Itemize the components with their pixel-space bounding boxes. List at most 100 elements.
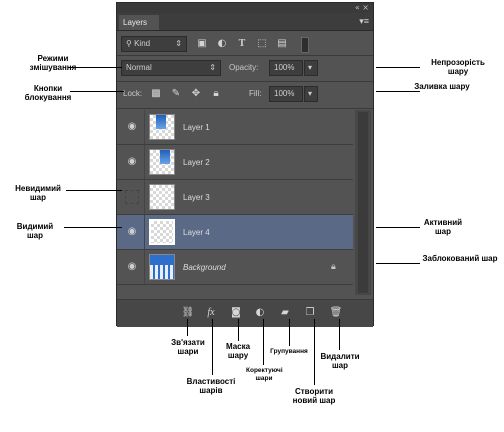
lock-all-icon[interactable]: 🔒︎	[209, 86, 223, 102]
leader-line	[376, 67, 420, 68]
trash-icon[interactable]: 🗑︎	[329, 306, 343, 320]
opacity-input[interactable]: 100%	[269, 60, 303, 76]
annotation-layer-mask: Маска шару	[225, 342, 251, 360]
layer-name[interactable]: Layer 1	[183, 110, 210, 145]
visibility-toggle-empty[interactable]	[125, 190, 139, 204]
eye-icon[interactable]: ◉	[125, 156, 139, 168]
annotation-active-layer: Активний шар	[423, 218, 463, 236]
divider	[144, 180, 145, 214]
layer-row[interactable]: ◉ Layer 2	[117, 145, 353, 180]
leader-line	[376, 227, 420, 228]
leader-line	[376, 91, 420, 92]
adjustment-filter-icon[interactable]: ◐	[215, 36, 229, 52]
type-filter-icon[interactable]: T	[235, 36, 249, 52]
leader-line	[66, 190, 122, 191]
lock-transparent-pixels-icon[interactable]: ▩	[149, 86, 163, 102]
divider	[144, 250, 145, 284]
smart-object-filter-icon[interactable]: ▤	[275, 36, 289, 52]
opacity-label: Opacity:	[229, 63, 259, 72]
eye-icon[interactable]: ◉	[125, 261, 139, 273]
annotation-locked-layer: Заблокований шар	[422, 254, 498, 263]
divider	[144, 215, 145, 249]
leader-line	[263, 319, 264, 365]
leader-line	[68, 67, 122, 68]
panel-menu-icon[interactable]: ▾≡	[359, 16, 369, 26]
leader-line	[339, 319, 340, 350]
pixel-filter-icon[interactable]: ▣	[195, 36, 209, 52]
layer-thumbnail	[149, 114, 175, 140]
annotation-link-layers: Зв'язати шари	[171, 338, 205, 356]
divider	[117, 108, 373, 109]
lock-row: Lock: ▩ ✎ ✥ 🔒︎ Fill: 100% ▾	[117, 82, 373, 107]
layer-thumbnail	[149, 254, 175, 280]
leader-line	[238, 319, 239, 341]
lock-icon[interactable]: 🔒︎	[331, 261, 336, 273]
panel-titlebar: « ×	[117, 3, 373, 13]
layer-row[interactable]: ◉ Layer 1	[117, 110, 353, 145]
leader-line	[314, 319, 315, 385]
layers-list: ◉ Layer 1 ◉ Layer 2 Layer 3 ◉ Layer 4 ◉ …	[117, 110, 373, 295]
layer-name[interactable]: Background	[183, 250, 226, 285]
annotation-fill: Заливка шару	[414, 82, 470, 91]
link-icon[interactable]: ⛓︎	[181, 306, 195, 320]
layer-row[interactable]: Layer 3	[117, 180, 353, 215]
filter-row: ⚲ Kind ⇕ ▣ ◐ T ⬚ ▤	[117, 31, 373, 56]
filter-toggle-switch[interactable]	[301, 37, 309, 53]
bottom-toolbar: ⛓︎ fx ◙ ◐ ▰ ❐ 🗑︎	[117, 299, 373, 327]
annotation-grouping: Групування	[270, 348, 308, 355]
annotation-blend-modes: Режими змішування	[29, 54, 77, 72]
mask-icon[interactable]: ◙	[229, 306, 243, 320]
fill-dropdown-button[interactable]: ▾	[304, 86, 318, 102]
divider	[144, 110, 145, 144]
layer-thumbnail	[149, 219, 175, 245]
new-layer-icon[interactable]: ❐	[303, 306, 317, 320]
layer-thumbnail	[149, 149, 175, 175]
leader-line	[70, 91, 124, 92]
lock-position-icon[interactable]: ✥	[189, 86, 203, 102]
leader-line	[187, 319, 188, 336]
leader-line	[376, 263, 420, 264]
layer-name[interactable]: Layer 2	[183, 145, 210, 180]
annotation-layer-styles: Властивості шарів	[186, 377, 236, 395]
folder-icon[interactable]: ▰	[278, 306, 292, 320]
select-arrows-icon: ⇕	[175, 39, 182, 48]
search-icon: ⚲	[126, 39, 132, 48]
layer-row-active[interactable]: ◉ Layer 4	[117, 215, 353, 250]
leader-line	[64, 227, 122, 228]
annotation-adjustment-layers: Коректуючі шари	[246, 367, 283, 382]
layer-row[interactable]: ◉ Background 🔒︎	[117, 250, 353, 285]
layer-name[interactable]: Layer 4	[183, 215, 210, 250]
kind-filter-select[interactable]: ⚲ Kind ⇕	[121, 36, 187, 52]
tab-layers[interactable]: Layers	[119, 15, 159, 30]
adjustment-icon[interactable]: ◐	[253, 306, 267, 320]
leader-line	[289, 319, 290, 346]
annotation-delete-layer: Видалити шар	[320, 352, 360, 370]
layers-panel: « × Layers ▾≡ ⚲ Kind ⇕ ▣ ◐ T ⬚ ▤ Normal …	[116, 2, 374, 327]
scrollbar-track[interactable]	[358, 112, 368, 293]
annotation-visible-layer: Видимий шар	[16, 222, 54, 240]
divider	[144, 145, 145, 179]
annotation-new-layer: Створити новий шар	[292, 387, 336, 405]
annotation-lock-buttons: Кнопки блокування	[24, 84, 72, 102]
lock-image-pixels-icon[interactable]: ✎	[169, 86, 183, 102]
annotation-hidden-layer: Невидимий шар	[15, 184, 61, 202]
kind-label: Kind	[134, 39, 151, 48]
opacity-dropdown-button[interactable]: ▾	[304, 60, 318, 76]
fill-label: Fill:	[249, 89, 262, 98]
fill-input[interactable]: 100%	[269, 86, 303, 102]
leader-line	[212, 319, 213, 375]
blend-row: Normal ⇕ Opacity: 100% ▾	[117, 56, 373, 81]
eye-icon[interactable]: ◉	[125, 121, 139, 133]
blend-mode-select[interactable]: Normal ⇕	[121, 60, 221, 76]
blend-mode-value: Normal	[126, 63, 152, 72]
layer-thumbnail	[149, 184, 175, 210]
fx-icon[interactable]: fx	[204, 306, 218, 320]
eye-icon[interactable]: ◉	[125, 226, 139, 238]
annotation-opacity: Непрозорість шару	[431, 58, 485, 76]
select-arrows-icon: ⇕	[209, 63, 216, 72]
layer-name[interactable]: Layer 3	[183, 180, 210, 215]
lock-label: Lock:	[123, 89, 143, 98]
panel-tabbar: Layers ▾≡	[117, 13, 373, 31]
collapse-close-controls[interactable]: « ×	[355, 3, 369, 13]
shape-filter-icon[interactable]: ⬚	[255, 36, 269, 52]
